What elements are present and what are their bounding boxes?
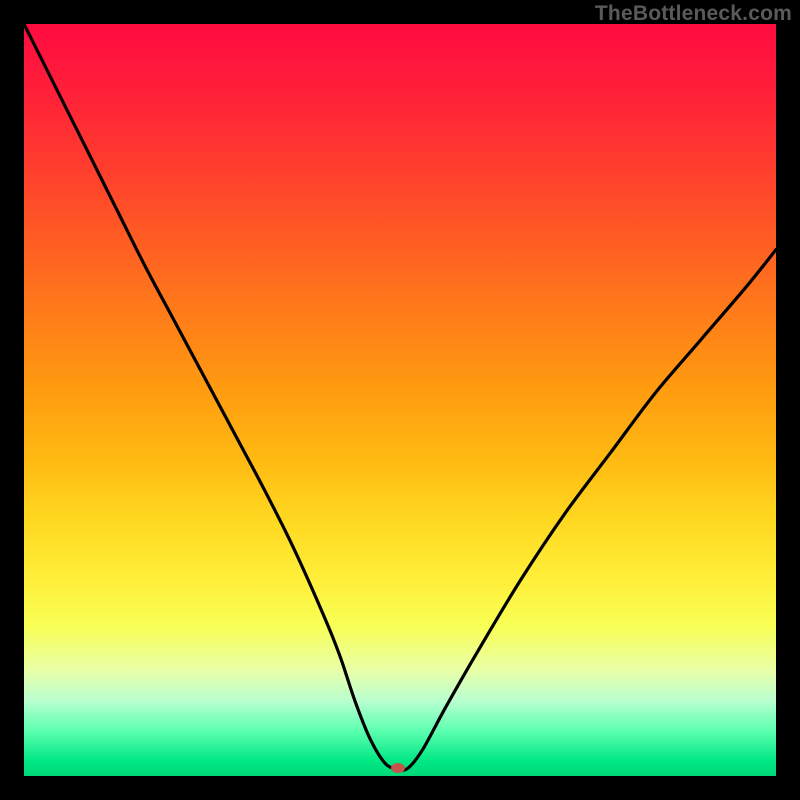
- curve-path: [24, 24, 776, 770]
- bottleneck-curve: [24, 24, 776, 776]
- optimal-point-marker: [391, 763, 405, 773]
- chart-frame: TheBottleneck.com: [0, 0, 800, 800]
- watermark-text: TheBottleneck.com: [595, 2, 792, 26]
- plot-area: [24, 24, 776, 776]
